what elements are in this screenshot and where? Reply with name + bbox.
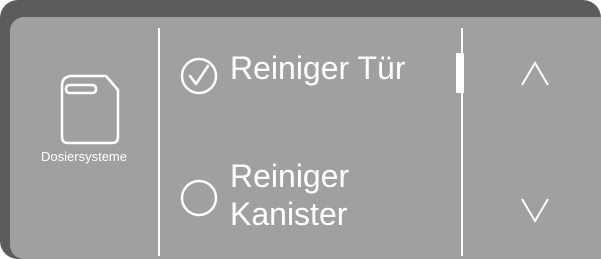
chevron-down-icon bbox=[521, 198, 549, 223]
option-label: Reiniger Kanister bbox=[230, 157, 349, 233]
scrollbar-thumb[interactable] bbox=[456, 53, 464, 93]
option-label: Reiniger Tür bbox=[230, 50, 406, 86]
radio-checked-icon bbox=[180, 57, 218, 95]
option-reiniger-tuer[interactable]: Reiniger Tür bbox=[160, 47, 460, 117]
category-panel: Dosiersysteme bbox=[10, 17, 158, 259]
option-reiniger-kanister[interactable]: Reiniger Kanister bbox=[160, 157, 460, 252]
scroll-down-button[interactable] bbox=[500, 179, 570, 239]
canister-icon bbox=[60, 74, 120, 145]
option-label-line-2: Kanister bbox=[230, 196, 348, 232]
chevron-up-icon bbox=[521, 61, 549, 86]
radio-unchecked-icon bbox=[180, 179, 218, 217]
option-label-line-1: Reiniger bbox=[230, 158, 350, 194]
scroll-up-button[interactable] bbox=[500, 45, 570, 105]
category-label: Dosiersysteme bbox=[41, 149, 127, 164]
display-screen: Dosiersysteme Reiniger Tür Reiniger Kani… bbox=[10, 17, 601, 259]
